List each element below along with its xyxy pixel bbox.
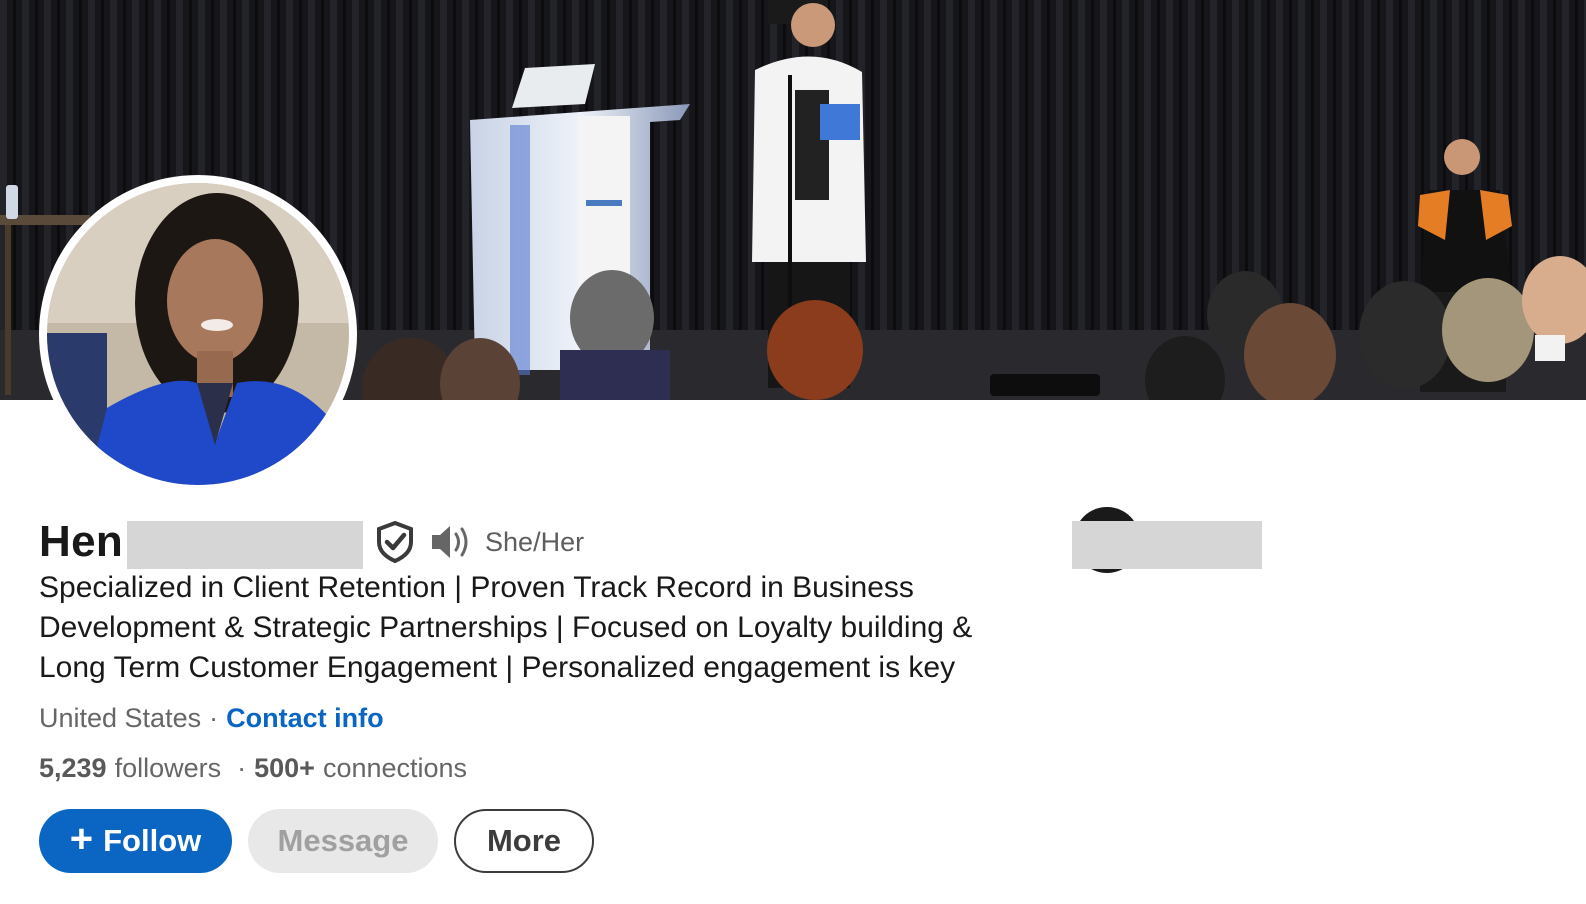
name-redaction	[127, 521, 364, 569]
profile-name: Hen	[39, 517, 124, 566]
current-company[interactable]: ★	[1072, 505, 1272, 575]
location-row: United States · Contact info	[39, 703, 384, 734]
connections-label[interactable]: connections	[323, 753, 467, 784]
profile-headline: Specialized in Client Retention | Proven…	[39, 571, 973, 684]
name-row: Hen She/Her	[39, 512, 584, 572]
plus-icon: +	[69, 817, 94, 861]
follow-button[interactable]: + Follow	[39, 809, 232, 873]
contact-info-link[interactable]: Contact info	[226, 703, 383, 734]
stats-row: 5,239 followers · 500+ connections	[39, 753, 467, 784]
location-separator: ·	[209, 703, 219, 733]
shield-check-icon[interactable]	[375, 520, 415, 564]
avatar	[47, 183, 349, 485]
location-text: United States	[39, 703, 202, 733]
stats-separator: ·	[237, 753, 247, 783]
message-button[interactable]: Message	[248, 809, 438, 873]
connections-count[interactable]: 500+	[254, 753, 315, 784]
avatar-image	[47, 183, 349, 485]
followers-count: 5,239	[39, 753, 107, 783]
company-redaction	[1072, 521, 1262, 569]
action-buttons: + Follow Message More	[39, 809, 594, 873]
more-button[interactable]: More	[454, 809, 594, 873]
profile-photo[interactable]	[39, 175, 357, 493]
pronouns: She/Her	[485, 526, 585, 557]
follow-label: Follow	[103, 823, 202, 858]
followers-label: followers	[114, 753, 222, 783]
speaker-icon[interactable]	[429, 522, 473, 562]
